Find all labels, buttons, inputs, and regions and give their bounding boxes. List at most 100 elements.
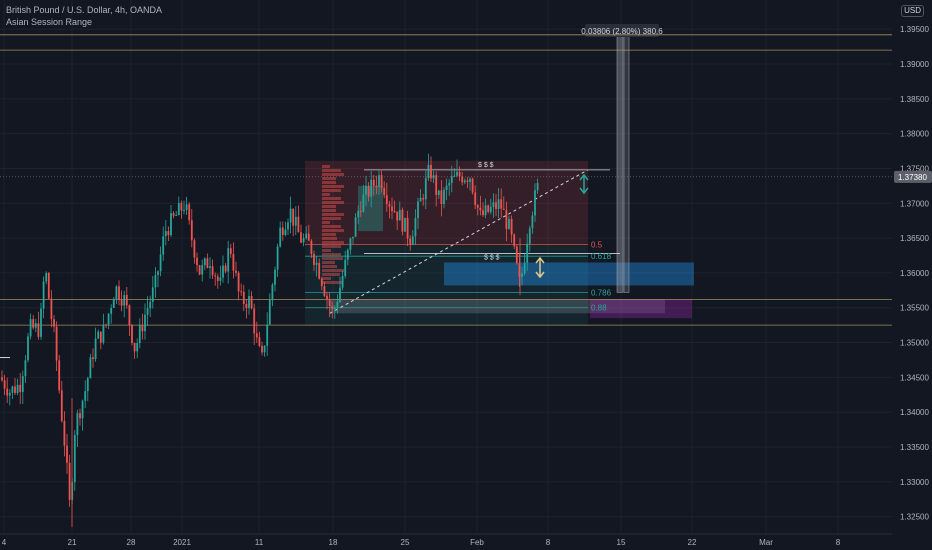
candle-body — [502, 208, 505, 210]
candle-body — [417, 201, 419, 219]
candle-body — [500, 199, 503, 209]
candle-body — [300, 232, 302, 243]
fib-level-label: 0.786 — [591, 288, 612, 297]
candle-body — [198, 265, 201, 275]
volume-profile-bar — [322, 217, 341, 221]
candle-body — [255, 333, 258, 338]
candle-body — [534, 190, 536, 216]
candle-body — [261, 346, 263, 353]
candle-body — [370, 179, 373, 197]
candle-body — [531, 215, 534, 229]
candle-body — [81, 400, 84, 419]
liquidity-mark: $ $ $ — [484, 254, 500, 261]
candle-body — [419, 197, 422, 202]
candle-body — [315, 262, 318, 265]
candle-body — [263, 345, 266, 353]
candle-body — [14, 386, 16, 393]
candle-body — [341, 276, 344, 288]
candle-body — [456, 171, 458, 176]
candle-body — [391, 206, 393, 212]
candle-body — [253, 308, 256, 334]
candle-body — [268, 300, 271, 325]
candle-body — [297, 216, 300, 233]
candle-body — [227, 248, 230, 272]
candle-body — [136, 343, 139, 352]
candle-body — [443, 189, 445, 204]
candle-body — [354, 217, 357, 237]
candle-body — [362, 194, 365, 212]
time-tick-label: 15 — [617, 538, 626, 547]
candle-body — [310, 240, 313, 254]
candle-body — [266, 324, 269, 346]
candle-body — [27, 336, 29, 361]
candle-body — [367, 185, 370, 197]
candle-body — [458, 171, 461, 177]
candle-body — [118, 286, 120, 301]
candle-body — [123, 294, 126, 306]
candle-body — [385, 195, 388, 205]
volume-profile-bar — [322, 245, 341, 249]
time-tick-label: 28 — [127, 538, 136, 547]
currency-button[interactable]: USD — [901, 5, 924, 17]
candle-body — [222, 265, 224, 278]
candle-body — [523, 262, 526, 274]
candle-body — [279, 227, 282, 247]
candle-body — [102, 324, 105, 343]
candle-body — [180, 202, 183, 211]
candle-body — [97, 331, 100, 339]
candle-body — [34, 323, 37, 328]
candle-body — [450, 176, 453, 183]
candle-body — [107, 313, 110, 325]
candle-body — [437, 190, 440, 195]
candle-body — [313, 253, 315, 265]
candle-body — [1, 377, 3, 381]
candle-body — [53, 319, 55, 327]
candle-body — [479, 207, 482, 211]
fib-level-label: 0.88 — [591, 304, 607, 313]
candle-body — [240, 291, 243, 293]
candle-body — [55, 326, 58, 361]
time-tick-label: 21 — [68, 538, 77, 547]
price-tick-label: 1.32500 — [900, 513, 929, 522]
candle-body — [521, 273, 523, 277]
candle-body — [105, 324, 107, 326]
candle-body — [60, 390, 63, 421]
measure-bar — [616, 27, 624, 293]
candle-body — [383, 187, 386, 196]
candle-body — [505, 209, 508, 229]
candle-body — [250, 296, 253, 309]
candle-body — [190, 220, 193, 241]
candle-body — [245, 303, 248, 309]
candle-body — [513, 234, 516, 247]
candle-body — [495, 202, 497, 209]
candle-body — [58, 360, 61, 391]
candle-body — [47, 273, 50, 299]
volume-profile-bar — [322, 265, 337, 269]
candle-body — [50, 298, 53, 320]
candle-body — [11, 386, 14, 393]
candle-body — [99, 331, 102, 343]
candle-body — [196, 257, 198, 266]
candle-body — [115, 286, 118, 299]
time-tick-label: 11 — [255, 538, 264, 547]
time-tick-label: 22 — [688, 538, 697, 547]
price-chart[interactable]: 0.03806 (2.80%) 380.60.50.6180.7860.88$ … — [0, 0, 932, 550]
candle-body — [372, 179, 375, 186]
candle-body — [331, 306, 334, 310]
price-tick-label: 1.35000 — [900, 339, 929, 348]
candle-body — [164, 231, 167, 237]
candle-body — [430, 164, 432, 179]
time-tick-label: 4 — [2, 538, 7, 547]
candle-body — [365, 185, 367, 195]
time-tick-label: 2021 — [173, 538, 191, 547]
candle-body — [289, 208, 292, 223]
candle-body — [357, 210, 360, 218]
candle-body — [175, 215, 178, 217]
candle-body — [375, 185, 378, 187]
candle-body — [287, 222, 289, 230]
volume-profile-bar — [322, 241, 344, 245]
candle-body — [193, 240, 196, 258]
candle-body — [336, 301, 339, 309]
volume-profile-bar — [322, 173, 344, 177]
candle-body — [110, 307, 113, 314]
